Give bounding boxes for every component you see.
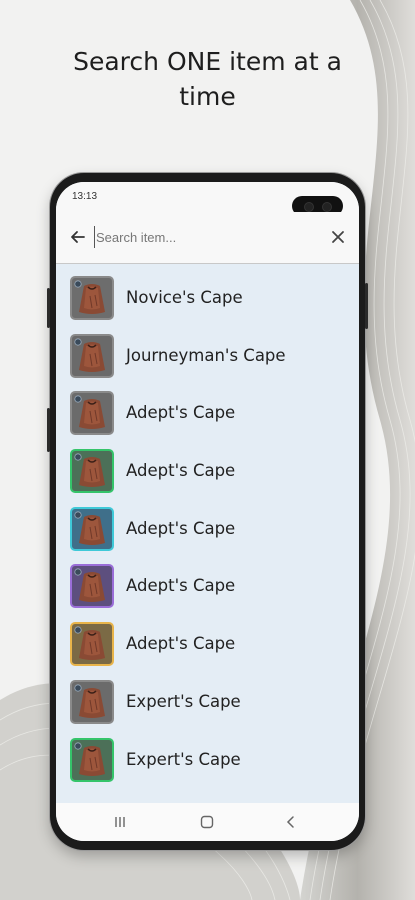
headline-line-2: time — [179, 82, 236, 111]
cape-icon — [70, 391, 114, 436]
list-item-label: Adept's Cape — [126, 576, 236, 596]
list-item[interactable]: Expert's Cape — [56, 668, 359, 726]
back-arrow-icon[interactable] — [68, 227, 88, 247]
power-button — [365, 283, 368, 329]
search-bar — [56, 212, 359, 264]
nav-back-icon[interactable] — [282, 813, 300, 831]
list-item-label: Adept's Cape — [126, 461, 236, 481]
app-screen: 13:13 Novice's Cape Journeyman's Cape Adep… — [56, 182, 359, 841]
list-item[interactable]: Adept's Cape — [56, 610, 359, 668]
list-item-label: Adept's Cape — [126, 518, 236, 538]
list-item-label: Adept's Cape — [126, 403, 236, 423]
cape-icon — [70, 333, 114, 378]
cape-icon — [70, 622, 114, 667]
recent-apps-icon[interactable] — [111, 813, 129, 831]
headline-line-1: Search ONE item at a — [73, 47, 342, 76]
list-item[interactable]: Novice's Cape — [56, 264, 359, 322]
phone-frame: 13:13 Novice's Cape Journeyman's Cape Adep… — [47, 173, 368, 850]
home-icon[interactable] — [198, 813, 216, 831]
close-icon[interactable] — [329, 228, 347, 246]
list-item[interactable]: Adept's Cape — [56, 379, 359, 437]
status-bar: 13:13 — [56, 182, 359, 216]
navigation-bar — [56, 803, 359, 841]
headline: Search ONE item at a time — [0, 44, 415, 114]
list-item[interactable]: Journeyman's Cape — [56, 322, 359, 380]
cape-icon — [70, 737, 114, 782]
volume-button — [47, 288, 50, 328]
list-item-label: Expert's Cape — [126, 749, 241, 769]
list-item[interactable]: Expert's Cape — [56, 726, 359, 784]
cape-icon — [70, 506, 114, 551]
cape-icon — [70, 449, 114, 494]
list-item[interactable]: Adept's Cape — [56, 437, 359, 495]
list-item-label: Expert's Cape — [126, 691, 241, 711]
list-item-label: Journeyman's Cape — [126, 345, 286, 365]
list-item-label: Novice's Cape — [126, 288, 243, 307]
cape-icon — [70, 564, 114, 609]
status-time: 13:13 — [72, 191, 98, 202]
cape-icon — [70, 276, 114, 320]
list-item-label: Adept's Cape — [126, 634, 236, 654]
list-item[interactable]: Adept's Cape — [56, 552, 359, 610]
search-input[interactable] — [94, 226, 314, 248]
bixby-button — [47, 408, 50, 452]
list-item[interactable]: Adept's Cape — [56, 495, 359, 553]
cape-icon — [70, 679, 114, 724]
item-list: Novice's Cape Journeyman's Cape Adept's Ca… — [56, 264, 359, 783]
